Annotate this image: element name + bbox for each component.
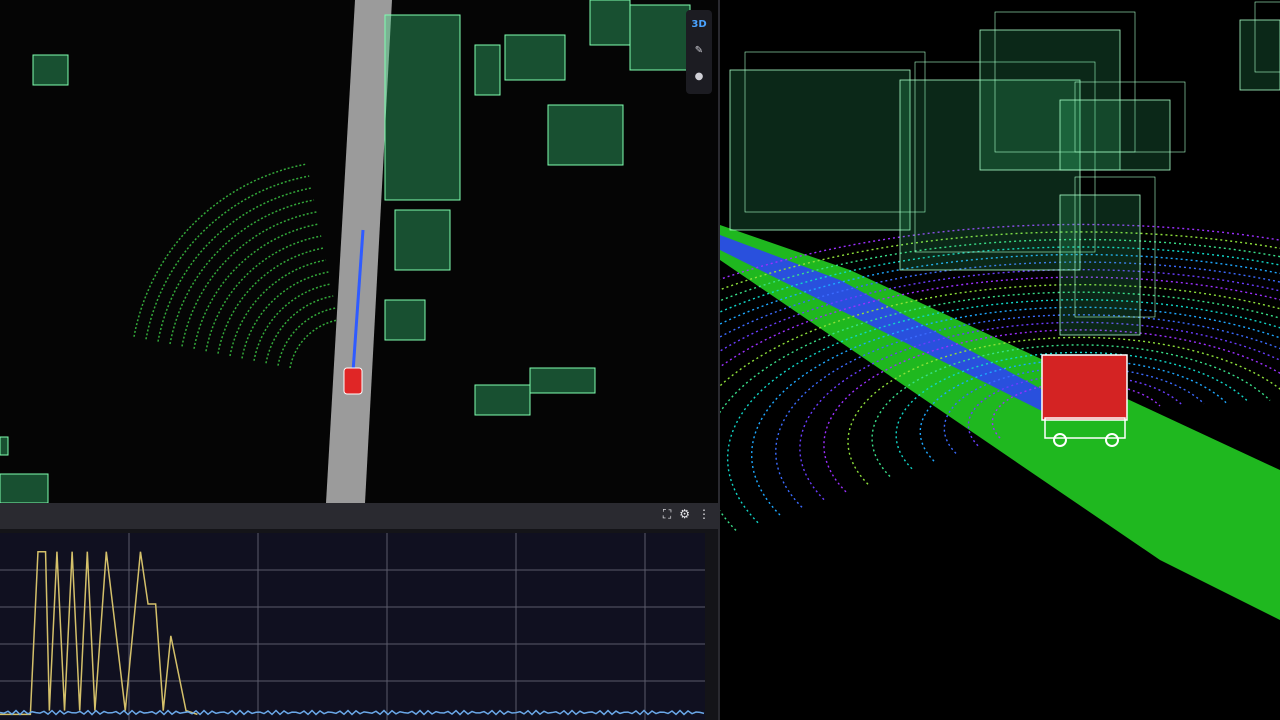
perspective-3d-view[interactable] <box>720 0 1280 720</box>
plot-canvas[interactable] <box>0 533 705 720</box>
ego-vehicle[interactable] <box>343 367 363 395</box>
dot-icon[interactable]: ● <box>689 66 709 86</box>
plot-panel: ⛶ ⚙ ⋮ <box>0 503 718 720</box>
lidar-ring <box>289 319 339 369</box>
perspective-canvas[interactable] <box>720 0 1280 720</box>
view-toolbar: 3D ✎ ● <box>686 10 712 94</box>
fullscreen-icon[interactable]: ⛶ <box>663 507 671 522</box>
3d-bbox <box>1059 194 1141 336</box>
top-down-lidar-view[interactable]: 3D ✎ ● <box>0 0 718 503</box>
top-down-canvas[interactable] <box>0 0 718 503</box>
3d-bbox <box>729 69 911 231</box>
bbox <box>547 104 624 166</box>
3d-bbox <box>1059 99 1171 171</box>
gear-icon[interactable]: ⚙ <box>679 507 690 522</box>
bbox <box>0 436 9 456</box>
bbox <box>474 44 501 96</box>
lidar-ring <box>193 223 319 349</box>
ruler-icon[interactable]: ✎ <box>689 40 709 60</box>
3d-bbox <box>1239 19 1280 91</box>
lidar-rings <box>133 163 339 369</box>
bbox <box>474 384 531 416</box>
lidar-ring <box>253 283 331 361</box>
3d-mode-button[interactable]: 3D <box>689 14 709 34</box>
road <box>326 0 392 503</box>
time-series-plot[interactable] <box>0 533 705 720</box>
bbox <box>629 4 691 71</box>
more-vertical-icon[interactable]: ⋮ <box>698 507 710 522</box>
bbox <box>32 54 69 86</box>
bbox <box>589 0 631 46</box>
gold-series-line <box>0 550 198 716</box>
plot-panel-header: ⛶ ⚙ ⋮ <box>0 503 718 529</box>
lidar-ring <box>229 259 327 357</box>
bbox <box>504 34 566 81</box>
lidar-ring <box>157 187 312 342</box>
bbox <box>384 14 461 201</box>
bbox <box>0 473 49 503</box>
lidar-ring <box>217 247 324 354</box>
blue-series-line <box>0 709 705 716</box>
bbox <box>394 209 451 271</box>
lidar-ring <box>265 295 334 364</box>
lidar-ring <box>181 211 317 347</box>
bbox <box>384 299 426 341</box>
bbox <box>529 367 596 394</box>
lidar-ring <box>145 175 310 340</box>
